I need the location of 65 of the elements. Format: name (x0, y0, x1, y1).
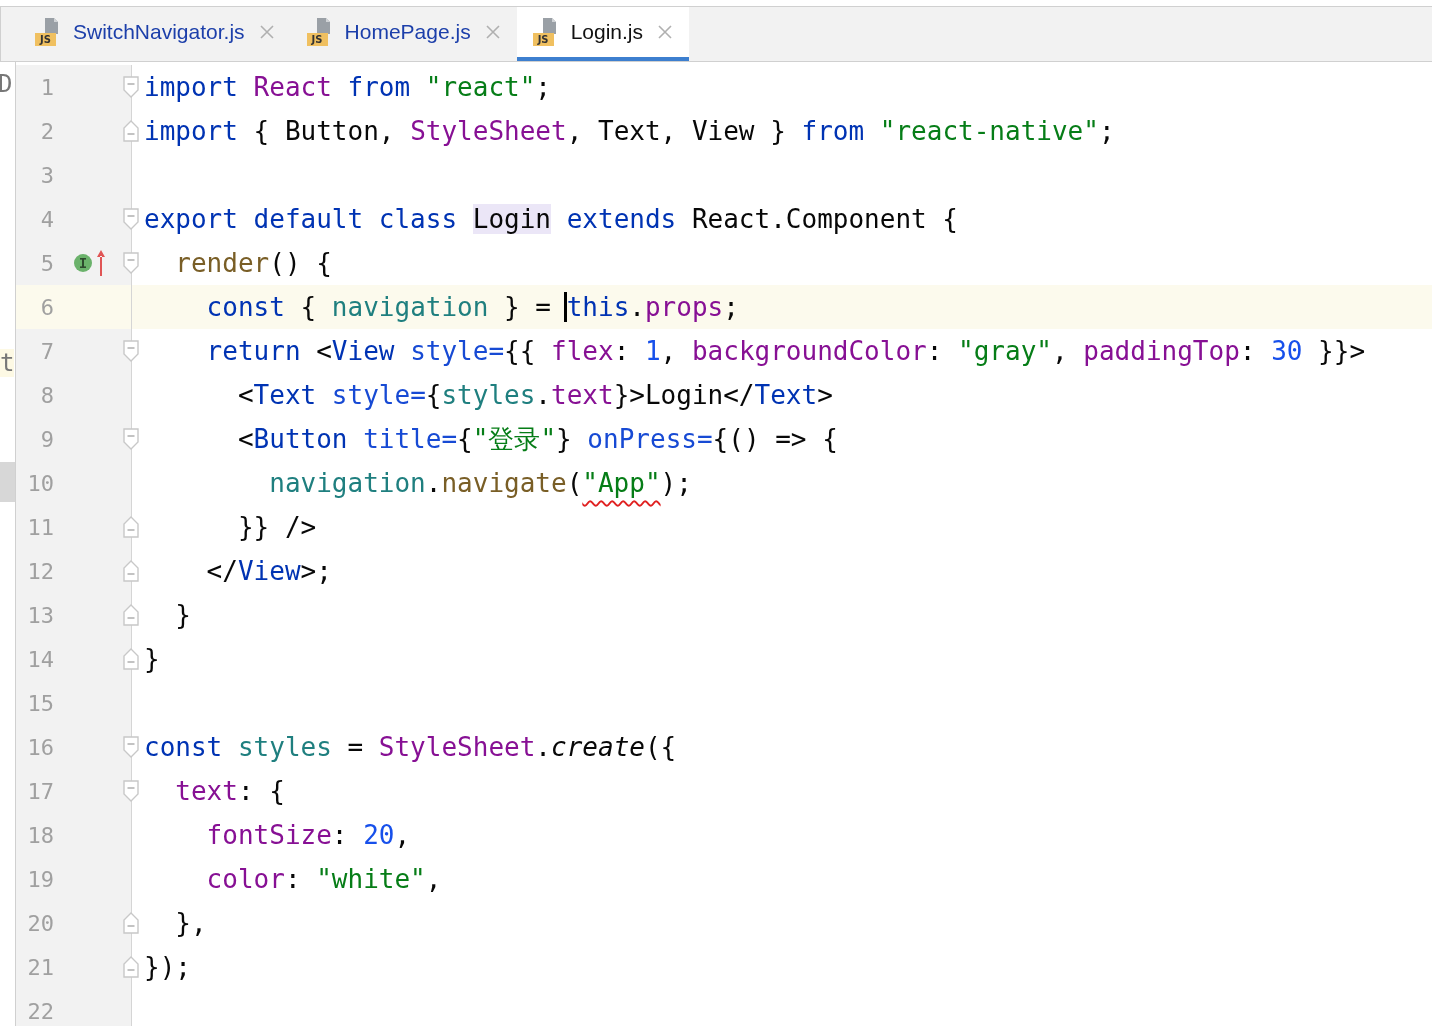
line-number: 8 (39, 382, 54, 408)
code-line: export default class Login extends React.Component { (144, 204, 958, 234)
code-line: color: "white", (205, 864, 442, 894)
code-line: const { navigation } = this.props; (205, 292, 739, 322)
fold-icon[interactable] (123, 648, 139, 670)
line-number: 14 (26, 646, 54, 672)
fold-icon[interactable] (123, 120, 139, 142)
line-number: 4 (39, 206, 54, 232)
fold-icon[interactable] (123, 208, 139, 230)
file-tab[interactable]: JS Login.js (516, 7, 690, 61)
line-number: 7 (39, 338, 54, 364)
code-line: } (174, 600, 191, 630)
fold-icon[interactable] (123, 912, 139, 934)
code-line: <Text style={styles.text}>Login</Text> (236, 380, 833, 410)
line-number: 11 (26, 514, 54, 540)
line-number: 5 (39, 250, 54, 276)
line-number: 18 (26, 822, 54, 848)
panel-strip-tab[interactable] (0, 462, 15, 502)
fold-icon[interactable] (123, 780, 139, 802)
line-number: 13 (26, 602, 54, 628)
code-line: </View>; (205, 556, 332, 586)
fold-icon[interactable] (123, 76, 139, 98)
fold-icon[interactable] (123, 340, 139, 362)
fold-icon[interactable] (123, 252, 139, 274)
code-line: const styles = StyleSheet.create({ (144, 732, 677, 762)
code-line: render() { (174, 248, 332, 278)
fold-icon[interactable] (123, 604, 139, 626)
implements-icon[interactable] (74, 254, 92, 272)
code-line: }); (144, 952, 191, 982)
panel-text: t (0, 349, 15, 377)
close-icon[interactable] (258, 24, 275, 40)
close-icon[interactable] (484, 24, 501, 40)
line-number: 12 (26, 558, 54, 584)
fold-icon[interactable] (123, 956, 139, 978)
line-number: 1 (39, 74, 54, 100)
line-number: 19 (26, 866, 54, 892)
code-line: import React from "react"; (144, 72, 551, 102)
fold-icon[interactable] (123, 560, 139, 582)
code-line: } (144, 644, 160, 674)
line-number: 21 (26, 954, 54, 980)
code-line: return <View style={{ flex: 1, backgroundColor: "gray", paddingTop: 30 }}> (205, 336, 1366, 366)
code-line: text: { (174, 776, 285, 806)
file-tab[interactable]: JS HomePage.js (290, 7, 517, 61)
line-number: 3 (39, 162, 54, 188)
line-number: 22 (26, 998, 54, 1024)
file-tab[interactable]: JS SwitchNavigator.js (19, 7, 291, 61)
code-line: fontSize: 20, (205, 820, 411, 850)
line-number: 15 (26, 690, 54, 716)
line-number: 20 (26, 910, 54, 936)
line-number: 6 (39, 294, 54, 320)
code-line: }, (174, 908, 207, 938)
fold-icon[interactable] (123, 428, 139, 450)
fold-icon[interactable] (123, 736, 139, 758)
line-number: 2 (39, 118, 54, 144)
close-icon[interactable] (657, 24, 674, 40)
line-number: 10 (26, 470, 54, 496)
fold-icon[interactable] (123, 516, 139, 538)
line-number: 17 (26, 778, 54, 804)
line-number: 16 (26, 734, 54, 760)
code-line: }} /> (236, 512, 317, 542)
code-line: <Button title={"登录"} onPress={() => { (236, 422, 838, 456)
code-line: import { Button, StyleSheet, Text, View } from "react-native"; (144, 116, 1115, 146)
code-line: navigation.navigate("App"); (268, 468, 692, 498)
panel-text: D (0, 70, 13, 98)
line-number: 9 (39, 426, 54, 452)
